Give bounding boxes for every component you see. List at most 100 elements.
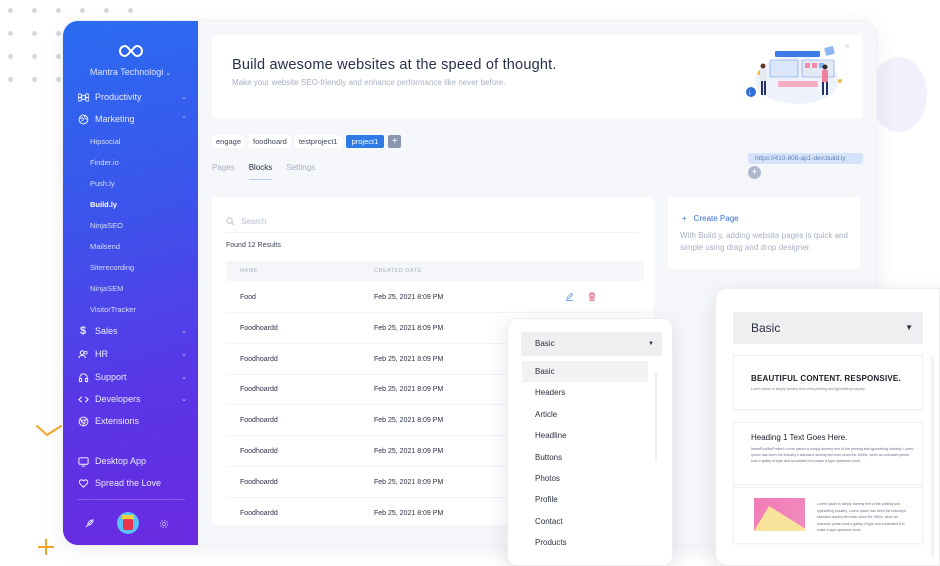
block-preview-panel: Basic ▼ BEAUTIFUL CONTENT. RESPONSIVE. Lo… bbox=[715, 288, 940, 566]
gear-icon[interactable] bbox=[159, 519, 169, 529]
decorative-dot bbox=[56, 8, 61, 13]
dropdown-option-products[interactable]: Products bbox=[522, 532, 648, 553]
category-options-list: Basic Headers Article Headline Buttons Photos… bbox=[522, 361, 648, 554]
row-name: Foodhoardd bbox=[240, 355, 278, 363]
table-row[interactable]: Food Feb 25, 2021 8:09 PM bbox=[226, 283, 644, 313]
sidebar-subitem-ninjaseo[interactable]: NinjaSEO bbox=[90, 221, 123, 230]
search-input[interactable]: Search bbox=[241, 217, 266, 226]
close-icon[interactable]: × bbox=[845, 41, 850, 51]
dropdown-option-basic[interactable]: Basic bbox=[522, 361, 648, 383]
org-switcher[interactable]: Mantra Technologi ⌄ bbox=[63, 67, 198, 77]
caret-down-icon: ▼ bbox=[648, 341, 654, 347]
decorative-dot bbox=[104, 8, 109, 13]
site-url-link[interactable]: https://410-808-ap1-dev.build.ly bbox=[748, 153, 863, 164]
dropdown-option-article[interactable]: Article bbox=[522, 404, 648, 425]
sidebar-item-support[interactable]: Support ⌄ bbox=[77, 369, 187, 385]
row-name: Foodhoardd bbox=[240, 478, 278, 486]
tab-settings[interactable]: Settings bbox=[286, 163, 315, 180]
sidebar-subitem-buildly[interactable]: Build.ly bbox=[90, 200, 117, 209]
globe-icon bbox=[77, 113, 89, 125]
template-card[interactable]: Lorem Ipsum is simply dummy text of the … bbox=[733, 487, 923, 544]
hero-banner: Build awesome websites at the speed of t… bbox=[212, 35, 862, 118]
headphones-icon bbox=[77, 371, 89, 383]
chevron-down-icon: ⌄ bbox=[181, 396, 187, 403]
project-chip-engage[interactable]: engage bbox=[212, 135, 246, 148]
sidebar-subitem-ninjasem[interactable]: NinjaSEM bbox=[90, 284, 123, 293]
user-avatar[interactable] bbox=[117, 512, 139, 534]
sidebar-item-desktop-app[interactable]: Desktop App bbox=[77, 453, 187, 469]
dropdown-option-photos[interactable]: Photos bbox=[522, 468, 648, 489]
sidebar-subitem-siterecording[interactable]: Siterecording bbox=[90, 263, 134, 272]
decorative-plus-icon bbox=[38, 539, 54, 555]
sidebar-divider bbox=[77, 499, 185, 500]
delete-icon[interactable] bbox=[588, 292, 596, 301]
chevron-down-icon: ⌄ bbox=[181, 328, 187, 335]
plus-icon: + bbox=[682, 214, 687, 223]
sidebar-item-productivity[interactable]: Productivity ⌄ bbox=[77, 89, 187, 105]
dropdown-option-headline[interactable]: Headline bbox=[522, 425, 648, 446]
sidebar-subitem-finder[interactable]: Finder.io bbox=[90, 158, 119, 167]
project-chip-testproject1[interactable]: testproject1 bbox=[294, 135, 342, 148]
create-page-button[interactable]: + Create Page bbox=[682, 214, 739, 223]
add-domain-button[interactable]: + bbox=[748, 166, 761, 179]
dropdown-option-headers[interactable]: Headers bbox=[522, 382, 648, 403]
decorative-dot bbox=[56, 31, 61, 36]
users-icon bbox=[77, 348, 89, 360]
row-created-date: Feb 25, 2021 8:09 PM bbox=[374, 294, 444, 301]
sidebar-item-marketing[interactable]: Marketing ⌃ bbox=[77, 111, 187, 127]
template-text: Lorem Ipsum is simply dummy text of the … bbox=[817, 502, 907, 532]
row-created-date: Feb 25, 2021 8:09 PM bbox=[374, 417, 444, 425]
sidebar-item-hr[interactable]: HR ⌄ bbox=[77, 346, 187, 362]
project-chip-foodhoard[interactable]: foodhoard bbox=[249, 135, 291, 148]
category-select[interactable]: Basic ▼ bbox=[521, 332, 662, 356]
decorative-dot bbox=[8, 54, 13, 59]
search-icon bbox=[226, 217, 235, 226]
sidebar-subitem-hipsocial[interactable]: Hipsocial bbox=[90, 137, 120, 146]
sidebar-subitem-pushly[interactable]: Push.ly bbox=[90, 179, 115, 188]
add-project-button[interactable]: + bbox=[388, 135, 402, 148]
project-chip-project1[interactable]: project1 bbox=[345, 135, 385, 148]
template-card[interactable]: Heading 1 Text Goes Here. NewsRoofNoPrin… bbox=[733, 422, 923, 485]
sidebar: Mantra Technologi ⌄ Productivity ⌄ Market… bbox=[63, 21, 198, 545]
chevron-up-icon: ⌃ bbox=[181, 116, 187, 123]
scrollbar[interactable] bbox=[931, 357, 934, 557]
feather-icon[interactable] bbox=[84, 518, 95, 529]
column-header-created-date[interactable]: CREATED DATE bbox=[374, 268, 422, 274]
decorative-dot bbox=[56, 77, 61, 82]
infinity-logo-icon bbox=[119, 44, 143, 58]
row-created-date: Feb 25, 2021 8:09 PM bbox=[374, 509, 444, 517]
code-icon bbox=[77, 393, 89, 405]
preview-category-select[interactable]: Basic ▼ bbox=[733, 312, 923, 344]
edit-icon[interactable] bbox=[565, 292, 574, 301]
hero-title: Build awesome websites at the speed of t… bbox=[232, 57, 557, 73]
template-card[interactable]: BEAUTIFUL CONTENT. RESPONSIVE. Lorem ips… bbox=[733, 355, 923, 410]
row-created-date: Feb 25, 2021 8:09 PM bbox=[374, 478, 444, 486]
monitor-icon bbox=[77, 455, 89, 467]
row-created-date: Feb 25, 2021 8:09 PM bbox=[374, 324, 444, 332]
tab-bar: Pages Blocks Settings bbox=[212, 163, 315, 180]
tab-blocks[interactable]: Blocks bbox=[248, 163, 273, 180]
decorative-dot bbox=[32, 77, 37, 82]
project-chips: engage foodhoard testproject1 project1 + bbox=[212, 135, 402, 148]
scrollbar[interactable] bbox=[655, 372, 657, 462]
row-name: Foodhoardd bbox=[240, 324, 278, 332]
dropdown-option-profile[interactable]: Profile bbox=[522, 489, 648, 510]
sidebar-item-developers[interactable]: Developers ⌄ bbox=[77, 391, 187, 407]
sidebar-subitem-visitortracker[interactable]: VisitorTracker bbox=[90, 305, 136, 314]
sidebar-item-spread-the-love[interactable]: Spread the Love bbox=[77, 475, 187, 491]
row-created-date: Feb 25, 2021 8:09 PM bbox=[374, 448, 444, 455]
tab-pages[interactable]: Pages bbox=[212, 163, 235, 180]
dropdown-option-contact[interactable]: Contact bbox=[522, 511, 648, 532]
row-name: Foodhoardd bbox=[240, 509, 278, 517]
sidebar-item-extensions[interactable]: Extensions bbox=[77, 413, 187, 429]
sidebar-subitem-mailsend[interactable]: Mailsend bbox=[90, 242, 120, 251]
decorative-dot bbox=[8, 31, 13, 36]
search-field[interactable]: Search bbox=[226, 211, 638, 233]
dropdown-option-buttons[interactable]: Buttons bbox=[522, 447, 648, 468]
table-header: NAME CREATED DATE bbox=[226, 261, 644, 281]
decorative-dot bbox=[8, 8, 13, 13]
sidebar-item-sales[interactable]: $ Sales ⌄ bbox=[77, 323, 187, 339]
hero-illustration: i bbox=[746, 46, 842, 104]
column-header-name[interactable]: NAME bbox=[240, 268, 258, 274]
template-image bbox=[754, 498, 805, 531]
